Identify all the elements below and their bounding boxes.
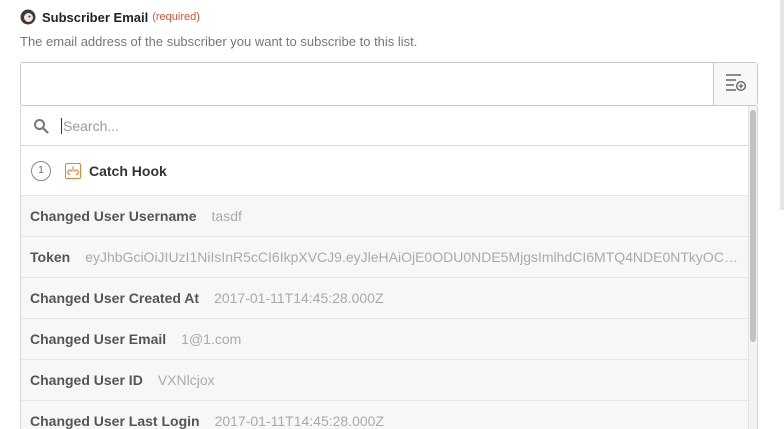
option-value: eyJhbGciOiJIUzI1NiIsInR5cCI6IkpXVCJ9.eyJ… [85,249,746,265]
search-row [21,106,757,146]
step-title: Catch Hook [89,162,167,179]
page-scrollbar[interactable] [780,0,784,210]
subscriber-email-input[interactable] [20,62,758,106]
option-item[interactable]: Changed User Email 1@1.com [21,319,749,360]
dropdown-scrollbar[interactable] [748,106,757,429]
step-header[interactable]: 1 Catch Hook [21,146,757,196]
option-item[interactable]: Changed User ID VXNlcjox [21,360,749,401]
option-item[interactable]: Changed User Created At 2017-01-11T14:45… [21,278,749,319]
option-item[interactable]: Changed User Username tasdf [21,196,749,237]
webhook-icon [65,162,81,179]
field-dropdown: 1 Catch Hook Changed User Username tasdf… [20,106,758,429]
option-label: Changed User Last Login [30,413,200,429]
option-label: Changed User Created At [30,290,200,306]
option-list: Changed User Username tasdf Token eyJhbG… [21,196,749,429]
option-value: 2017-01-11T14:45:28.000Z [214,413,384,429]
insert-field-button[interactable] [713,63,757,105]
option-item[interactable]: Token eyJhbGciOiJIUzI1NiIsInR5cCI6IkpXVC… [21,237,749,278]
field-help-text: The email address of the subscriber you … [20,34,418,49]
email-value[interactable] [21,63,713,105]
scrollbar-thumb[interactable] [750,110,756,342]
field-label: Subscriber Email [42,9,149,25]
option-value: 2017-01-11T14:45:28.000Z [214,290,384,306]
required-indicator: (required) [152,11,200,23]
mailchimp-icon [20,9,36,25]
option-label: Changed User ID [30,372,143,388]
text-caret [61,117,62,134]
option-label: Token [30,249,71,265]
option-value: 1@1.com [181,331,242,347]
insert-field-icon [725,72,747,97]
option-value: VXNlcjox [157,372,215,388]
search-icon [33,118,49,134]
option-value: tasdf [211,208,242,224]
option-item[interactable]: Changed User Last Login 2017-01-11T14:45… [21,401,749,429]
option-label: Changed User Email [30,331,167,347]
field-header: Subscriber Email (required) [20,8,200,26]
option-label: Changed User Username [30,208,197,224]
step-number: 1 [31,160,51,181]
search-input[interactable] [63,117,663,134]
